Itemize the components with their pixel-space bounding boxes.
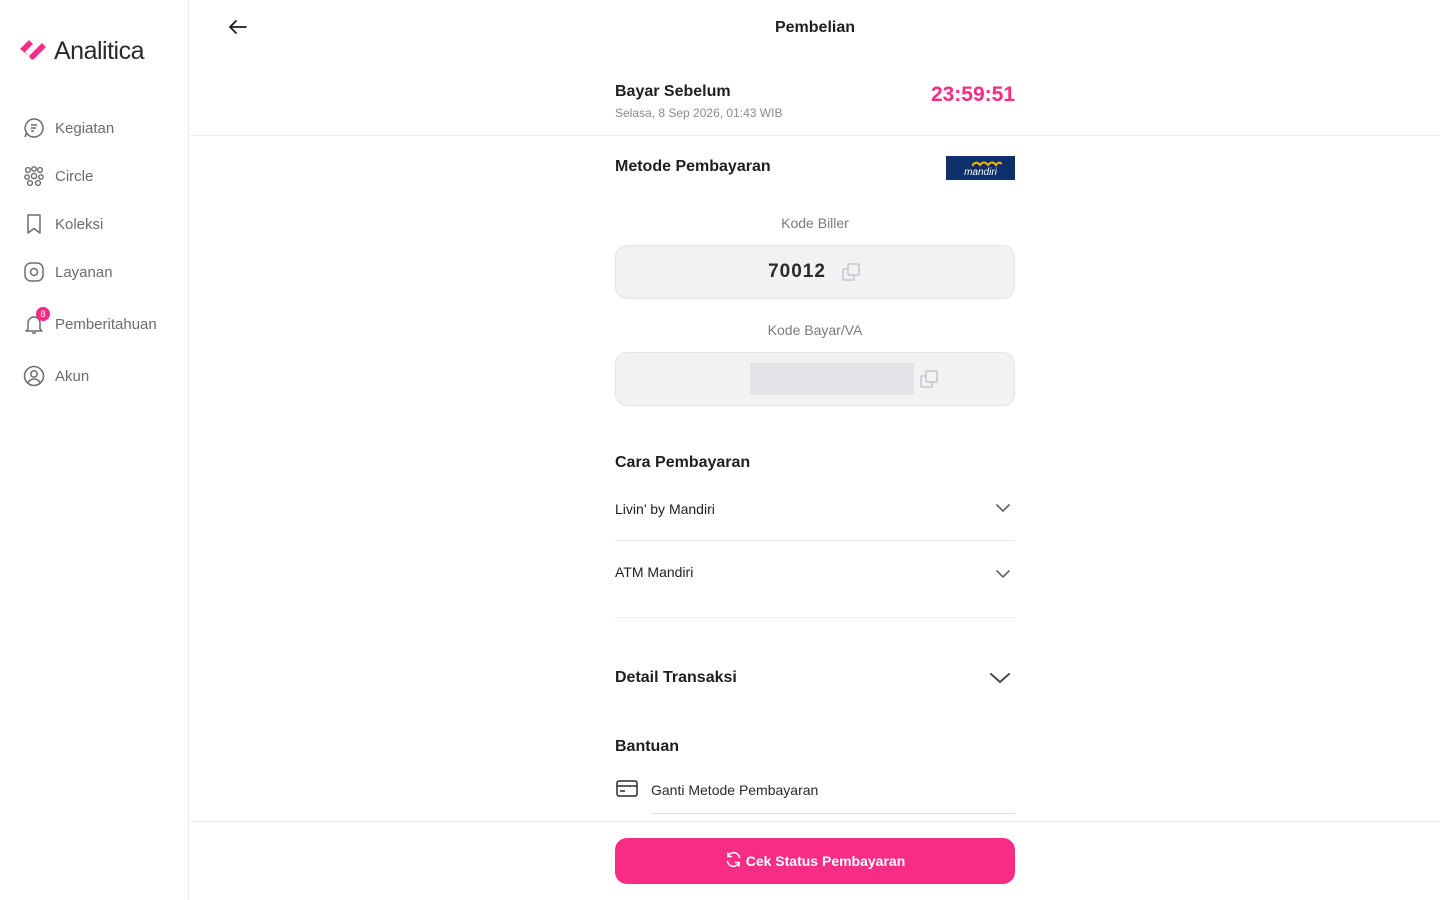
user-circle-icon <box>22 364 46 388</box>
compass-icon <box>22 260 46 284</box>
change-payment-method-label: Ganti Metode Pembayaran <box>651 782 819 798</box>
divider <box>190 135 1440 136</box>
bell-icon: 8 <box>22 307 50 336</box>
pay-before-date: Selasa, 8 Sep 2026, 01:43 WIB <box>615 106 783 120</box>
sidebar-item-layanan[interactable]: Layanan <box>22 260 113 284</box>
copy-icon <box>842 263 860 281</box>
activity-chat-icon <box>22 116 46 140</box>
bookmark-icon <box>22 212 46 236</box>
accordion-label: Livin’ by Mandiri <box>615 500 715 517</box>
check-payment-status-button[interactable]: Cek Status Pembayaran <box>615 838 1015 884</box>
countdown-timer: 23:59:51 <box>930 83 1015 106</box>
accordion-label: ATM Mandiri <box>615 564 694 580</box>
sidebar-item-akun[interactable]: Akun <box>22 364 89 388</box>
sidebar-item-kegiatan[interactable]: Kegiatan <box>22 116 114 140</box>
brand-logo[interactable]: Analitica <box>18 36 145 67</box>
sidebar-item-label: Layanan <box>55 263 113 281</box>
mandiri-bank-logo: mandiri <box>946 156 1015 180</box>
sidebar-item-koleksi[interactable]: Koleksi <box>22 212 103 236</box>
analitica-logo-icon <box>18 36 48 67</box>
change-payment-method-button[interactable]: Ganti Metode Pembayaran <box>615 772 1015 808</box>
divider <box>190 821 1440 822</box>
sidebar-item-circle[interactable]: Circle <box>22 164 93 188</box>
accordion-livin-mandiri[interactable]: Livin’ by Mandiri <box>615 477 1015 541</box>
va-code-loading-placeholder <box>750 363 914 395</box>
copy-icon <box>920 370 938 388</box>
cta-label: Cek Status Pembayaran <box>745 853 906 869</box>
notification-badge: 8 <box>36 307 50 321</box>
back-button[interactable] <box>225 16 251 42</box>
how-to-pay-title: Cara Pembayaran <box>615 454 751 471</box>
divider <box>651 813 1015 814</box>
chevron-down-icon <box>995 501 1011 517</box>
copy-va-button[interactable] <box>918 368 940 390</box>
biller-code-box: 70012 <box>615 245 1015 299</box>
pay-before-label: Bayar Sebelum <box>615 83 731 100</box>
bank-name: mandiri <box>964 167 997 178</box>
sidebar-item-pemberitahuan[interactable]: 8 Pemberitahuan <box>22 307 157 336</box>
transaction-detail-toggle[interactable]: Detail Transaksi <box>615 664 1015 692</box>
sidebar-item-label: Akun <box>55 367 90 385</box>
arrow-left-icon <box>229 19 247 39</box>
payment-method-label: Metode Pembayaran <box>615 158 771 175</box>
sidebar-item-label: Kegiatan <box>55 119 115 137</box>
circle-group-icon <box>22 164 46 188</box>
mandiri-wave-icon <box>972 161 1002 167</box>
chevron-down-icon <box>995 566 1011 582</box>
va-code-box <box>615 352 1015 406</box>
va-code-label: Kode Bayar/VA <box>767 322 863 338</box>
sidebar-item-label: Pemberitahuan <box>55 315 157 333</box>
brand-name: Analitica <box>54 37 145 65</box>
help-title: Bantuan <box>615 738 679 755</box>
transaction-detail-title: Detail Transaksi <box>615 669 737 686</box>
sidebar-item-label: Circle <box>55 167 94 185</box>
chevron-down-icon <box>989 670 1011 686</box>
refresh-icon <box>725 851 742 871</box>
biller-code-label: Kode Biller <box>781 215 849 231</box>
biller-code-value[interactable]: 70012 <box>768 261 826 283</box>
sidebar: Analitica Kegiatan Circle Koleksi Layana… <box>0 0 189 900</box>
app-root: Analitica Kegiatan Circle Koleksi Layana… <box>0 0 1440 900</box>
page-title: Pembelian <box>774 19 856 36</box>
credit-card-icon <box>615 778 639 803</box>
copy-biller-button[interactable] <box>840 261 862 283</box>
accordion-atm-mandiri[interactable]: ATM Mandiri <box>615 541 1015 618</box>
sidebar-item-label: Koleksi <box>55 215 104 233</box>
